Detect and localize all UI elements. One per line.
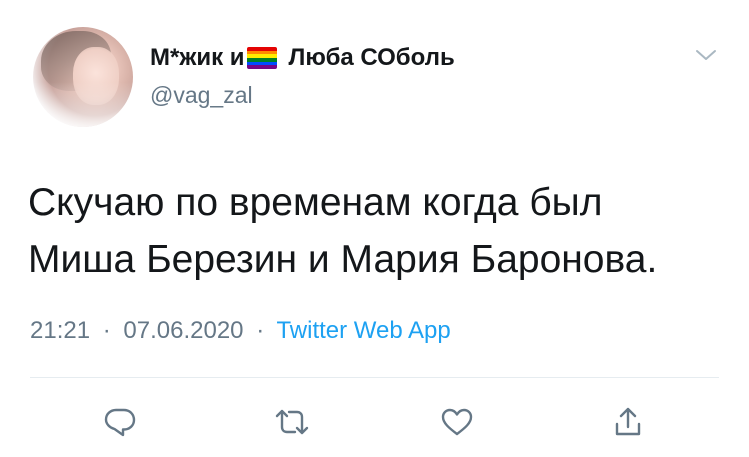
tweet-text-line-2: Миша Березин и Мария Баронова. [28,238,658,281]
tweet-date[interactable]: 07.06.2020 [123,317,243,344]
tweet-time[interactable]: 21:21 [30,317,90,344]
reply-button[interactable] [100,402,140,442]
meta-separator-1: · [102,317,111,344]
share-icon [615,407,641,436]
like-button[interactable] [437,402,477,442]
heart-icon [441,408,473,436]
avatar-glow [33,82,133,127]
chevron-down-icon[interactable] [694,47,718,63]
reply-icon [104,408,136,437]
divider [30,377,719,378]
meta-separator-2: · [256,317,265,344]
retweet-icon [275,409,309,435]
tweet-text: Скучаю по временам когда был Миша Берези… [28,174,728,288]
retweet-button[interactable] [272,402,312,442]
avatar[interactable] [33,27,133,127]
display-name-suffix: Люба СОболь [288,44,455,71]
display-name-prefix: М*жик и [150,44,245,71]
display-name[interactable]: М*жик и Люба СОболь [150,44,455,72]
user-handle[interactable]: @vag_zal [150,82,253,109]
tweet-meta: 21:21 · 07.06.2020 · Twitter Web App [30,317,451,345]
share-button[interactable] [608,402,648,442]
tweet-source-link[interactable]: Twitter Web App [276,317,450,344]
tweet-text-line-1: Скучаю по временам когда был [28,181,603,224]
tweet-card: М*жик и Люба СОболь @vag_zal Скучаю по в… [0,0,749,457]
rainbow-flag-icon [246,47,277,69]
